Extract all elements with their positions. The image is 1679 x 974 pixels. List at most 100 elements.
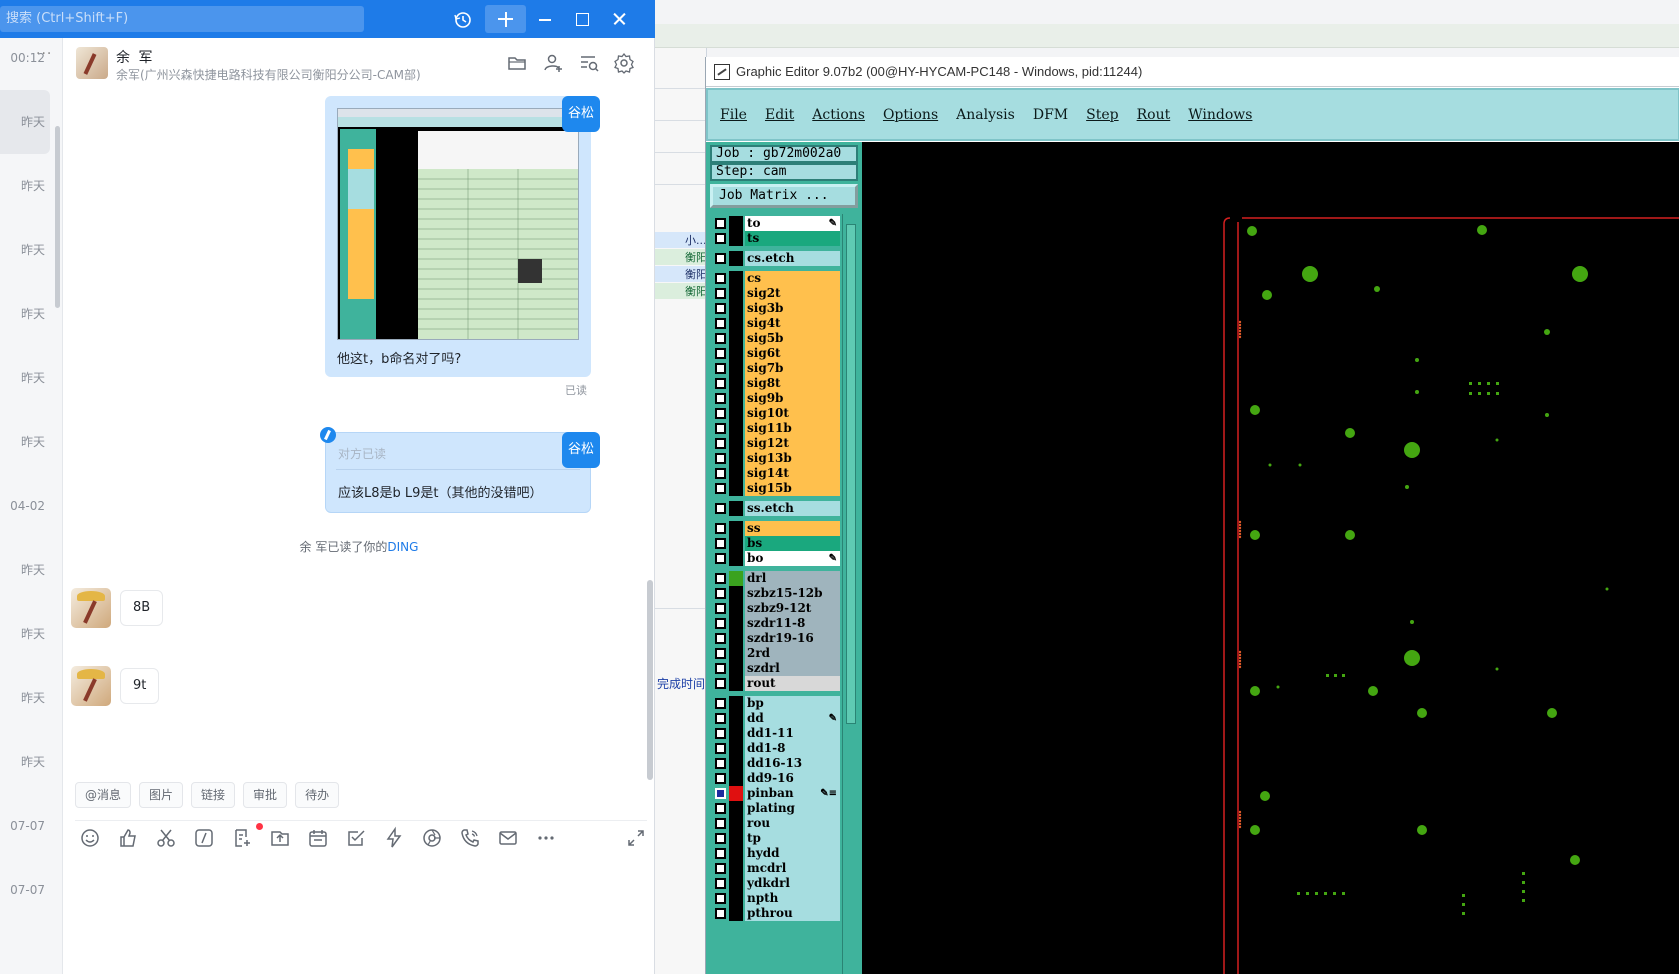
layer-checkbox[interactable] bbox=[715, 393, 726, 404]
layer-checkbox[interactable] bbox=[715, 758, 726, 769]
layer-color-swatch[interactable] bbox=[729, 831, 743, 846]
camera-icon[interactable] bbox=[420, 826, 444, 850]
layer-name[interactable]: bs bbox=[745, 536, 840, 551]
conversation-item[interactable]: 00:12 bbox=[0, 26, 50, 90]
layer-checkbox[interactable] bbox=[715, 483, 726, 494]
contact-avatar[interactable] bbox=[71, 666, 111, 706]
layer-name[interactable]: pthrou bbox=[745, 906, 840, 921]
layer-name[interactable]: sig14t bbox=[745, 466, 840, 481]
layer-row-dd9-16[interactable]: dd9-16 bbox=[712, 771, 840, 786]
layer-name[interactable]: sig3b bbox=[745, 301, 840, 316]
conversation-item[interactable]: 07-07 bbox=[0, 794, 50, 858]
layer-color-swatch[interactable] bbox=[729, 436, 743, 451]
layer-row-dd1-8[interactable]: dd1-8 bbox=[712, 741, 840, 756]
thumbs-up-icon[interactable] bbox=[116, 826, 140, 850]
layer-color-swatch[interactable] bbox=[729, 316, 743, 331]
layer-name[interactable]: szbz15-12b bbox=[745, 586, 840, 601]
layer-row-dd1-11[interactable]: dd1-11 bbox=[712, 726, 840, 741]
layer-row-sig5b[interactable]: sig5b bbox=[712, 331, 840, 346]
layer-color-swatch[interactable] bbox=[729, 376, 743, 391]
layer-checkbox[interactable] bbox=[715, 233, 726, 244]
layer-color-swatch[interactable] bbox=[729, 756, 743, 771]
layer-name[interactable]: bp bbox=[745, 696, 840, 711]
layer-checkbox[interactable] bbox=[715, 503, 726, 514]
layer-color-swatch[interactable] bbox=[729, 741, 743, 756]
layer-name[interactable]: dd1-11 bbox=[745, 726, 840, 741]
layer-row-ts[interactable]: ts bbox=[712, 231, 840, 246]
layer-row-pinban[interactable]: pinban ✎≡ bbox=[712, 786, 840, 801]
conversation-item[interactable]: 昨天 bbox=[0, 538, 50, 602]
layer-row-szdrl[interactable]: szdrl bbox=[712, 661, 840, 676]
doc-plus-icon[interactable] bbox=[230, 826, 254, 850]
layer-checkbox[interactable] bbox=[715, 743, 726, 754]
layer-name[interactable]: szbz9-12t bbox=[745, 601, 840, 616]
menu-windows[interactable]: Windows bbox=[1188, 107, 1252, 123]
layer-color-swatch[interactable] bbox=[729, 251, 743, 266]
layer-color-swatch[interactable] bbox=[729, 631, 743, 646]
layer-checkbox[interactable] bbox=[715, 713, 726, 724]
layer-color-swatch[interactable] bbox=[729, 216, 743, 231]
layer-row-hydd[interactable]: hydd bbox=[712, 846, 840, 861]
layer-color-swatch[interactable] bbox=[729, 406, 743, 421]
layer-checkbox[interactable] bbox=[715, 788, 726, 799]
layer-row-bp[interactable]: bp bbox=[712, 696, 840, 711]
layer-name[interactable]: sig8t bbox=[745, 376, 840, 391]
layer-name[interactable]: sig10t bbox=[745, 406, 840, 421]
layer-row-dd16-13[interactable]: dd16-13 bbox=[712, 756, 840, 771]
layer-checkbox[interactable] bbox=[715, 818, 726, 829]
layer-color-swatch[interactable] bbox=[729, 876, 743, 891]
layer-color-swatch[interactable] bbox=[729, 616, 743, 631]
layer-row-mcdrl[interactable]: mcdrl bbox=[712, 861, 840, 876]
search-input[interactable]: 搜索 (Ctrl+Shift+F) bbox=[0, 6, 364, 32]
menu-actions[interactable]: Actions bbox=[812, 107, 865, 123]
layer-checkbox[interactable] bbox=[715, 468, 726, 479]
layer-color-swatch[interactable] bbox=[729, 676, 743, 691]
layer-checkbox[interactable] bbox=[715, 648, 726, 659]
close-button[interactable] bbox=[608, 8, 630, 30]
layer-row-rou[interactable]: rou bbox=[712, 816, 840, 831]
layer-name[interactable]: drl bbox=[745, 571, 840, 586]
my-avatar[interactable]: 谷松 bbox=[562, 432, 600, 468]
layer-color-swatch[interactable] bbox=[729, 501, 743, 516]
message-bubble-received[interactable]: 9t bbox=[120, 668, 160, 704]
layer-name[interactable]: mcdrl bbox=[745, 861, 840, 876]
layer-checkbox[interactable] bbox=[715, 423, 726, 434]
history-icon[interactable] bbox=[452, 9, 474, 31]
layer-row-szbz9-12t[interactable]: szbz9-12t bbox=[712, 601, 840, 616]
layer-color-swatch[interactable] bbox=[729, 711, 743, 726]
layer-row-sig15b[interactable]: sig15b bbox=[712, 481, 840, 496]
layer-checkbox[interactable] bbox=[715, 318, 726, 329]
conversation-item[interactable]: 昨天 bbox=[0, 730, 50, 794]
conversation-item[interactable]: 昨天 bbox=[0, 666, 50, 730]
ding-link[interactable]: DING bbox=[387, 540, 418, 554]
layer-checkbox[interactable] bbox=[715, 348, 726, 359]
folder-icon[interactable] bbox=[506, 52, 528, 74]
menu-step[interactable]: Step bbox=[1086, 107, 1118, 123]
layer-checkbox[interactable] bbox=[715, 408, 726, 419]
emoji-icon[interactable] bbox=[78, 826, 102, 850]
layer-color-swatch[interactable] bbox=[729, 521, 743, 536]
layer-row-sig12t[interactable]: sig12t bbox=[712, 436, 840, 451]
layer-name[interactable]: bo ✎ bbox=[745, 551, 840, 566]
conversation-item[interactable]: 昨天 bbox=[0, 346, 50, 410]
layer-checkbox[interactable] bbox=[715, 218, 726, 229]
message-scrollbar[interactable] bbox=[647, 580, 653, 780]
layer-row-2rd[interactable]: 2rd bbox=[712, 646, 840, 661]
layer-checkbox[interactable] bbox=[715, 453, 726, 464]
layer-color-swatch[interactable] bbox=[729, 286, 743, 301]
layer-checkbox[interactable] bbox=[715, 698, 726, 709]
layer-row-to[interactable]: to ✎ bbox=[712, 216, 840, 231]
layer-name[interactable]: sig13b bbox=[745, 451, 840, 466]
my-avatar[interactable]: 谷松 bbox=[562, 96, 600, 132]
layer-color-swatch[interactable] bbox=[729, 421, 743, 436]
layer-color-swatch[interactable] bbox=[729, 861, 743, 876]
minimize-button[interactable] bbox=[534, 8, 556, 30]
menu-edit[interactable]: Edit bbox=[765, 107, 794, 123]
task-check-icon[interactable] bbox=[344, 826, 368, 850]
layer-color-swatch[interactable] bbox=[729, 801, 743, 816]
contact-avatar[interactable] bbox=[76, 47, 108, 79]
job-matrix-button[interactable]: Job Matrix ... bbox=[710, 184, 858, 208]
layer-row-sig14t[interactable]: sig14t bbox=[712, 466, 840, 481]
layer-name[interactable]: ss.etch bbox=[745, 501, 840, 516]
conversation-item[interactable]: 昨天 bbox=[0, 410, 50, 474]
